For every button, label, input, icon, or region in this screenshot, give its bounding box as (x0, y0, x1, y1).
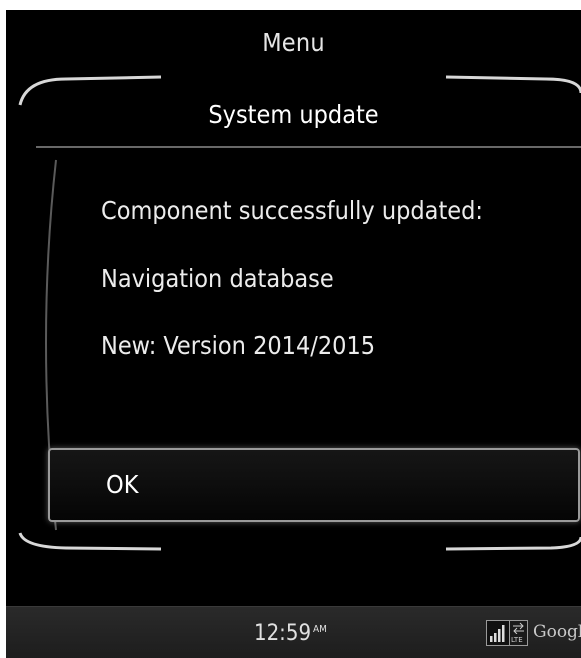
signal-bars-icon (486, 620, 510, 646)
clock-time: 12:59 (254, 621, 312, 646)
version-text: New: Version 2014/2015 (101, 331, 376, 360)
mmi-screen: Menu System update Component successfull… (6, 10, 581, 658)
lte-icon: LTE (509, 620, 528, 646)
update-status-text: Component successfully updated: (101, 196, 483, 225)
clock-ampm: AM (313, 623, 327, 635)
page-title: System update (208, 100, 379, 129)
clock: 12:59 AM (254, 621, 327, 646)
component-name-text: Navigation database (101, 264, 334, 293)
lte-label: LTE (511, 636, 523, 644)
provider-logo: Google (533, 622, 581, 642)
ok-button[interactable]: OK (48, 448, 580, 522)
ok-button-label: OK (106, 470, 139, 499)
status-bar: 12:59AM LTE Google (6, 606, 581, 658)
menu-title[interactable]: Menu (6, 28, 581, 57)
bottom-frame-decoration (6, 515, 581, 575)
